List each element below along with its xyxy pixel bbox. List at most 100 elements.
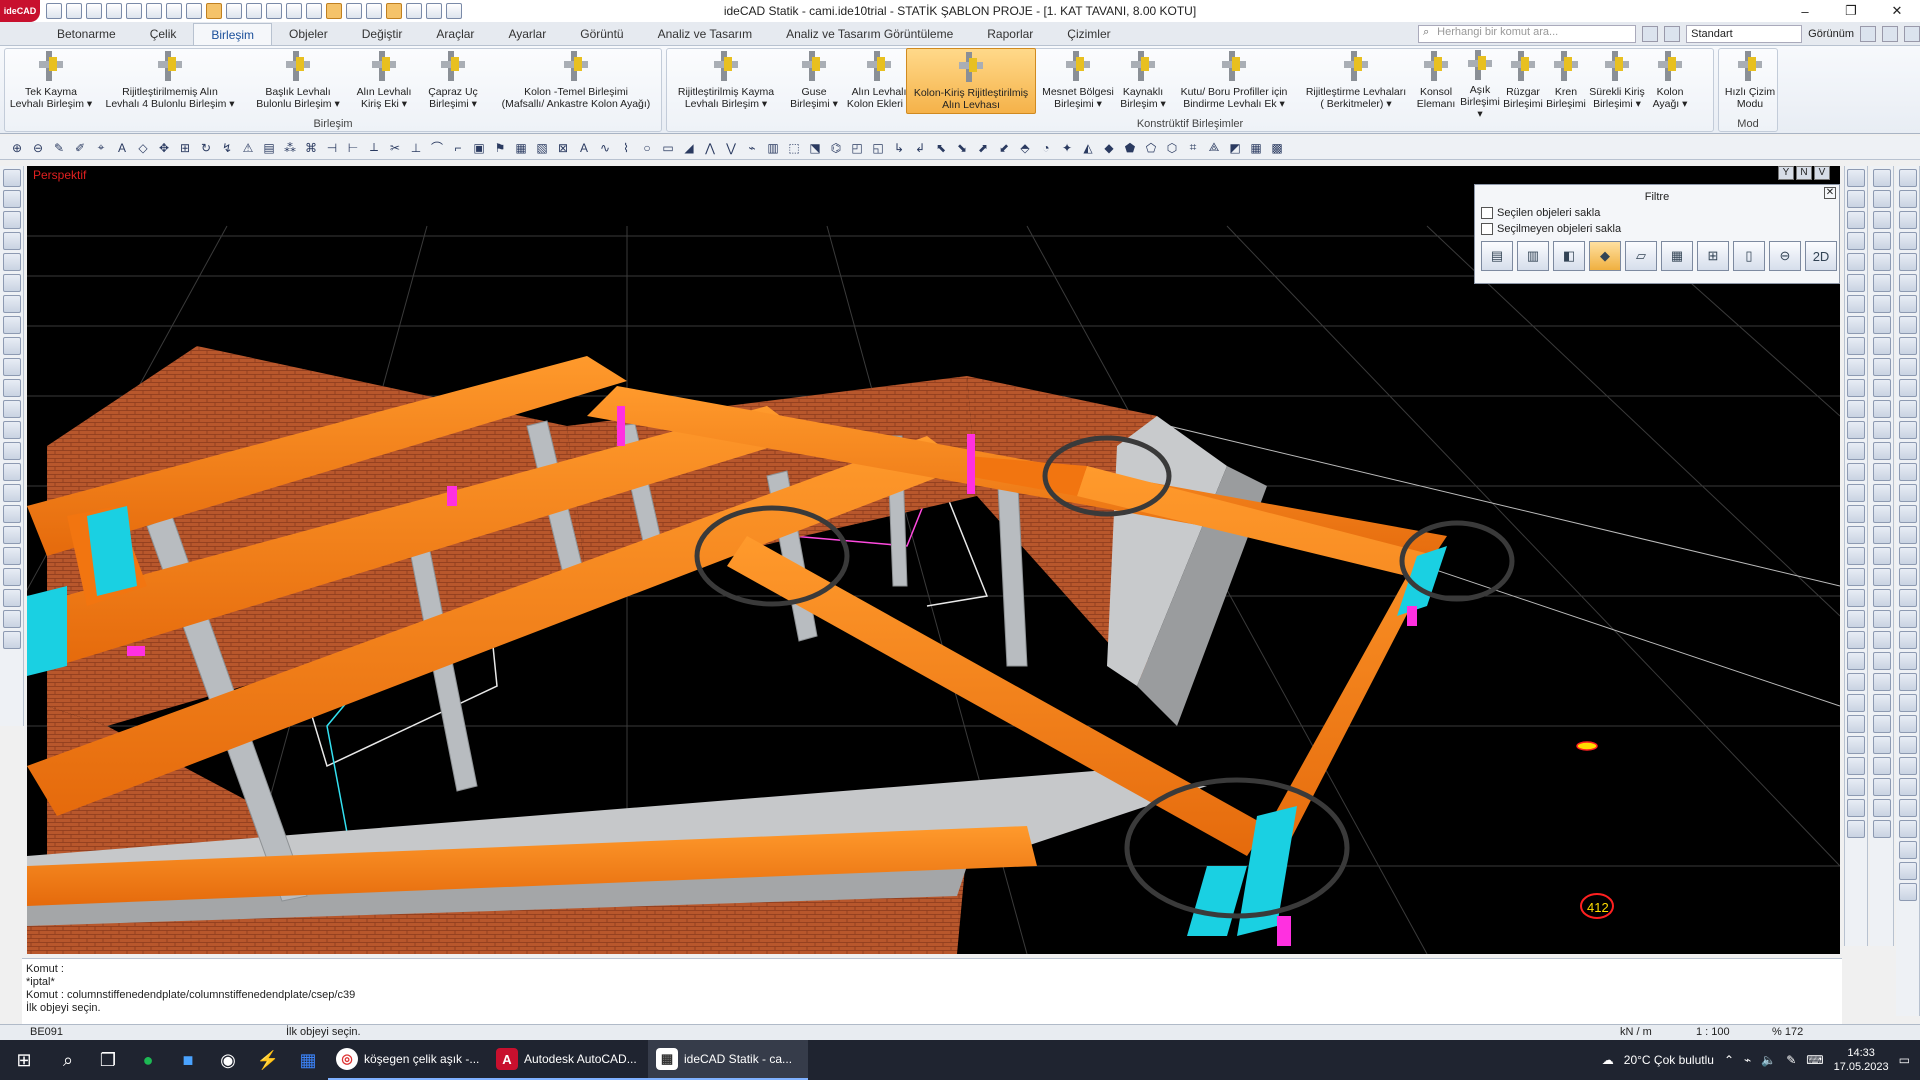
filter-2d-button[interactable]: 2D [1805,241,1837,271]
right-tool-b-icon-20[interactable] [1872,589,1891,607]
move-icon[interactable] [346,3,362,19]
ribbon-button-6[interactable]: Rijitleştirilmiş Kayma Levhalı Birleşim ▾ [670,48,782,114]
ribbon-button-13[interactable]: Rijitleştirme Levhaları( Berkitmeler) ▾ [1300,48,1412,114]
tool-icon-27[interactable]: A [575,139,593,157]
right-tool-b-icon-25[interactable] [1872,694,1891,712]
right-tool-b-icon-15[interactable] [1872,484,1891,502]
tool-icon-37[interactable]: ⬚ [785,139,803,157]
right-tool-c-icon-6[interactable] [1898,295,1917,313]
tool-icon-3[interactable]: ✐ [71,139,89,157]
help-icon[interactable] [1882,26,1898,42]
tool-icon-6[interactable]: ◇ [134,139,152,157]
tool-icon-15[interactable]: ⊣ [323,139,341,157]
notifications-icon[interactable]: ▭ [1899,1053,1910,1067]
right-tool-a-icon-31[interactable] [1847,820,1865,838]
left-tool-icon-18[interactable] [2,547,21,565]
chevron-up-icon[interactable]: ⌃ [1724,1053,1734,1067]
ribbon-button-18[interactable]: Sürekli Kiriş Birleşimi ▾ [1588,48,1646,114]
tool-icon-48[interactable]: ⬘ [1016,139,1034,157]
tool-icon-60[interactable]: ▩ [1268,139,1286,157]
right-tool-a-icon-30[interactable] [1847,799,1865,817]
tool-icon-20[interactable]: ⌒ [428,139,446,157]
tab-analiz-goruntuleme[interactable]: Analiz ve Tasarım Görüntüleme [769,23,970,45]
filter-section-icon[interactable]: ⊖ [1769,241,1801,271]
right-tool-c-icon-3[interactable] [1898,232,1917,250]
spotify-icon[interactable]: ● [128,1040,168,1080]
right-tool-b-icon-28[interactable] [1872,757,1891,775]
close-icon[interactable]: ✕ [1824,187,1836,199]
left-tool-icon-15[interactable] [2,484,21,502]
tab-cizimler[interactable]: Çizimler [1050,23,1127,45]
taskbar-app-autocad[interactable]: A Autodesk AutoCAD... [488,1040,648,1080]
tool-icon-50[interactable]: ✦ [1058,139,1076,157]
layer-props-icon[interactable] [1664,26,1681,42]
right-tool-b-icon-23[interactable] [1872,652,1891,670]
right-tool-c-icon-19[interactable] [1898,568,1917,586]
left-tool-icon-6[interactable] [2,295,21,313]
right-tool-c-icon-20[interactable] [1898,589,1917,607]
right-tool-a-icon-24[interactable] [1847,673,1865,691]
tool-icon-57[interactable]: ⟁ [1205,139,1223,157]
style-select[interactable]: Standart [1686,25,1803,43]
right-tool-c-icon-16[interactable] [1898,505,1917,523]
right-tool-c-icon-7[interactable] [1898,316,1917,334]
3d-scene[interactable]: 412 [27,166,1840,954]
right-tool-b-icon-30[interactable] [1872,799,1891,817]
right-tool-b-icon-8[interactable] [1872,337,1891,355]
layer-list-icon[interactable] [1642,26,1659,42]
tool-icon-7[interactable]: ✥ [155,139,173,157]
tab-objeler[interactable]: Objeler [272,23,345,45]
left-tool-icon-11[interactable] [2,400,21,418]
ribbon-button-19[interactable]: Kolon Ayağı ▾ [1648,48,1692,114]
filter-slab-icon[interactable]: ▤ [1481,241,1513,271]
store-icon[interactable]: ■ [168,1040,208,1080]
right-tool-c-icon-31[interactable] [1898,820,1917,838]
right-tool-a-icon-25[interactable] [1847,694,1865,712]
right-tool-b-icon-0[interactable] [1872,169,1891,187]
redo-icon[interactable] [166,3,182,19]
taskbar-app-idecad[interactable]: ▦ ideCAD Statik - ca... [648,1040,808,1080]
ribbon-button-12[interactable]: Kutu/ Boru Profiller için Bindirme Levhal… [1172,48,1296,114]
tool-icon-33[interactable]: ⋀ [701,139,719,157]
right-tool-a-icon-5[interactable] [1847,274,1865,292]
ribbon-button-5[interactable]: Kolon -Temel Birleşimi (Mafsallı/ Ankastr… [486,48,666,114]
right-tool-a-icon-26[interactable] [1847,715,1865,733]
ribbon-button-1[interactable]: Rijitleştirilmemiş Alın Levhalı 4 Bulonlu… [100,48,240,114]
right-tool-a-icon-15[interactable] [1847,484,1865,502]
left-tool-icon-19[interactable] [2,568,21,586]
tool-icon-56[interactable]: ⌗ [1184,139,1202,157]
settings-icon[interactable] [1860,26,1876,42]
right-tool-a-icon-29[interactable] [1847,778,1865,796]
left-tool-icon-20[interactable] [2,589,21,607]
right-tool-a-icon-14[interactable] [1847,463,1865,481]
tool-icon-46[interactable]: ⬈ [974,139,992,157]
tab-analiz-tasarim[interactable]: Analiz ve Tasarım [641,23,769,45]
right-tool-a-icon-13[interactable] [1847,442,1865,460]
right-tool-a-icon-7[interactable] [1847,316,1865,334]
left-tool-icon-16[interactable] [2,505,21,523]
tool-icon-39[interactable]: ⌬ [827,139,845,157]
tool-icon-13[interactable]: ⁂ [281,139,299,157]
right-tool-c-icon-9[interactable] [1898,358,1917,376]
text-style-icon[interactable] [406,3,422,19]
left-tool-icon-14[interactable] [2,463,21,481]
view-menu[interactable]: Görünüm [1808,28,1854,40]
tool-icon-53[interactable]: ⬟ [1121,139,1139,157]
right-tool-b-icon-19[interactable] [1872,568,1891,586]
filter-door-icon[interactable]: ▯ [1733,241,1765,271]
tab-goruntu[interactable]: Görüntü [563,23,640,45]
hide-selected-checkbox[interactable] [1481,207,1493,219]
new-file-icon[interactable] [66,3,82,19]
left-tool-icon-4[interactable] [2,253,21,271]
view-v-button[interactable]: V [1814,166,1830,180]
left-tool-icon-5[interactable] [2,274,21,292]
tool-icon-24[interactable]: ▦ [512,139,530,157]
right-tool-c-icon-34[interactable] [1898,883,1917,901]
ribbon-button-14[interactable]: Konsol Elemanı [1414,48,1458,114]
right-tool-a-icon-0[interactable] [1847,169,1865,187]
windows-start-icon[interactable]: ⊞ [0,1040,48,1080]
right-tool-c-icon-30[interactable] [1898,799,1917,817]
grid-snap-icon[interactable] [306,3,322,19]
view-n-button[interactable]: N [1796,166,1812,180]
tool-icon-14[interactable]: ⌘ [302,139,320,157]
